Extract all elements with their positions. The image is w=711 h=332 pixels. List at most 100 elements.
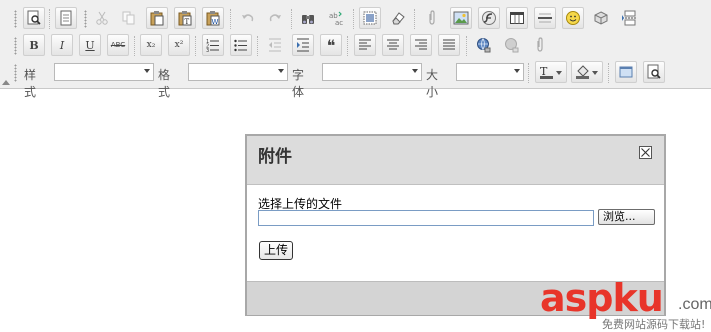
flash-icon [482, 11, 496, 25]
toolbar-grip[interactable] [14, 10, 17, 28]
align-right-button[interactable] [410, 34, 432, 56]
paste-text-icon: T [178, 11, 192, 26]
align-justify-button[interactable] [438, 34, 460, 56]
bold-button[interactable]: B [23, 34, 45, 56]
chevron-down-icon [556, 71, 562, 75]
select-all-icon [363, 11, 377, 25]
preview-button[interactable] [23, 7, 45, 29]
preview-icon [27, 10, 41, 25]
chevron-down-icon [412, 69, 418, 73]
size-select[interactable] [456, 63, 524, 81]
toolbar-grip[interactable] [84, 10, 87, 28]
align-right-icon [415, 39, 427, 50]
remove-format-button[interactable] [387, 7, 409, 29]
replace-icon: abac [329, 11, 343, 26]
smiley-icon [566, 11, 580, 25]
toolbar-separator [347, 36, 350, 56]
toolbar-separator [608, 63, 611, 83]
templates-icon [60, 10, 72, 26]
format-select[interactable] [188, 63, 288, 81]
toolbar-separator [528, 63, 531, 83]
svg-text:T: T [185, 18, 190, 26]
eraser-icon [392, 12, 405, 25]
subscript-button[interactable]: x₂ [140, 34, 162, 56]
toolbar-grip[interactable] [14, 37, 17, 55]
numbered-list-icon: 123 [206, 39, 219, 53]
svg-text:ac: ac [335, 19, 343, 26]
strikethrough-button[interactable]: ABC [107, 34, 129, 56]
paste-button[interactable] [146, 7, 168, 29]
upload-button[interactable]: 上传 [259, 241, 293, 260]
undo-icon [242, 14, 254, 22]
dialog-body: 选择上传的文件 浏览... 上传 [247, 185, 664, 281]
special-char-icon [594, 11, 608, 25]
unlink-icon [505, 38, 519, 53]
paste-word-button[interactable]: W [202, 7, 224, 29]
redo-button[interactable] [264, 7, 286, 29]
table-button[interactable] [506, 7, 528, 29]
toolbar-grip[interactable] [14, 64, 17, 82]
watermark-brand: aspku [540, 276, 664, 320]
style-select[interactable] [54, 63, 154, 81]
copy-button[interactable] [118, 7, 140, 29]
paste-text-button[interactable]: T [174, 7, 196, 29]
toolbar-separator [195, 36, 198, 56]
smiley-button[interactable] [562, 7, 584, 29]
indent-button[interactable] [292, 34, 314, 56]
undo-button[interactable] [237, 7, 259, 29]
chevron-down-icon [592, 71, 598, 75]
style-label: 样式 [24, 68, 37, 99]
page-break-button[interactable] [618, 7, 640, 29]
binoculars-icon [302, 15, 314, 24]
image-button[interactable] [450, 7, 472, 29]
editor-toolbar: T W ab ac B I U ABC x₂ x² 1 2 3 ❝ 样式 格式 … [0, 0, 711, 99]
background-color-button[interactable] [571, 61, 603, 83]
cut-button[interactable] [91, 7, 113, 29]
special-char-button[interactable] [590, 7, 612, 29]
chevron-down-icon [144, 69, 150, 73]
horizontal-rule-icon [538, 13, 552, 23]
toolbar-separator [230, 9, 233, 29]
indent-icon [297, 38, 309, 52]
table-icon [510, 12, 524, 24]
toolbar-separator [257, 36, 260, 56]
align-center-button[interactable] [382, 34, 404, 56]
superscript-button[interactable]: x² [168, 34, 190, 56]
show-blocks-icon [647, 64, 661, 79]
horizontal-rule-button[interactable] [534, 7, 556, 29]
link-button[interactable] [473, 34, 495, 56]
anchor-button[interactable] [529, 34, 551, 56]
bulleted-list-button[interactable] [230, 34, 252, 56]
image-icon [453, 11, 469, 25]
browse-button[interactable]: 浏览... [598, 209, 655, 225]
maximize-button[interactable] [615, 61, 637, 83]
numbered-list-button[interactable]: 123 [202, 34, 224, 56]
maximize-icon [619, 66, 633, 78]
unlink-button[interactable] [501, 34, 523, 56]
find-button[interactable] [297, 7, 319, 29]
italic-button[interactable]: I [51, 34, 73, 56]
dialog-header[interactable]: 附件 [247, 136, 664, 185]
show-blocks-button[interactable] [643, 61, 665, 83]
svg-text:3: 3 [206, 48, 209, 53]
file-path-input[interactable] [258, 210, 594, 226]
size-label: 大小 [426, 68, 439, 99]
select-all-button[interactable] [359, 7, 381, 29]
underline-button[interactable]: U [79, 34, 101, 56]
font-select[interactable] [322, 63, 422, 81]
outdent-button[interactable] [264, 34, 286, 56]
svg-text:W: W [212, 18, 219, 26]
paperclip-icon [429, 10, 435, 25]
watermark-logo: aspku .com 免费网站源码下载站! [540, 278, 711, 332]
text-color-button[interactable]: T [535, 61, 567, 83]
align-left-button[interactable] [354, 34, 376, 56]
templates-button[interactable] [55, 7, 77, 29]
dialog-close-button[interactable] [639, 146, 652, 159]
toolbar-separator [49, 9, 52, 29]
blockquote-button[interactable]: ❝ [320, 34, 342, 56]
replace-button[interactable]: ab ac [325, 7, 347, 29]
toolbar-collapse-icon[interactable] [2, 80, 10, 85]
attachment-button[interactable] [421, 7, 443, 29]
flash-button[interactable] [478, 7, 500, 29]
fill-color-icon [576, 65, 589, 79]
